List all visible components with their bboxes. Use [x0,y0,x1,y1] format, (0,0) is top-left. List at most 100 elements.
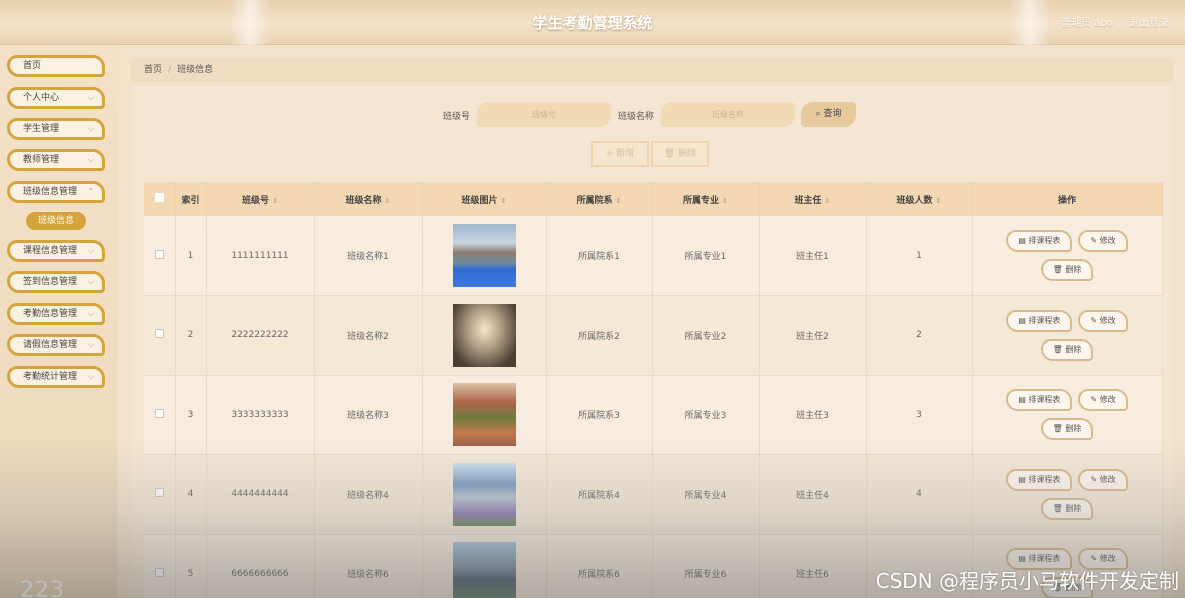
edit-icon: ✎ [1090,236,1100,245]
header-actions: 操作 [972,182,1163,216]
row-checkbox[interactable] [154,488,164,498]
header-count[interactable]: 班级人数 ⇕ [866,182,973,216]
schedule-label: 排课程表 [1028,395,1061,405]
query-button[interactable]: ⌕ 查询 [801,102,856,127]
sidebar-item-statistics[interactable]: 考勤统计管理 ⌵ [7,366,105,388]
sidebar-item-classes[interactable]: 班级信息管理 ⌃ [7,181,105,203]
edit-button[interactable]: ✎ 修改 [1078,230,1128,252]
header-major[interactable]: 所属专业 ⇕ [652,182,760,216]
sidebar-item-leave[interactable]: 请假信息管理 ⌵ [7,334,105,356]
cell-count: 4 [866,454,973,535]
sidebar-item-profile[interactable]: 个人中心 ⌵ [7,87,105,109]
cell-department: 所属院系2 [546,295,653,376]
cell-class-no: 3333333333 [206,375,315,455]
class-image[interactable] [452,383,516,447]
row-checkbox[interactable] [154,408,164,418]
sidebar-item-label: 考勤信息管理 [23,309,78,319]
breadcrumb-home[interactable]: 首页 [144,65,162,75]
cell-major: 所属专业1 [652,216,760,296]
cell-department: 所属院系1 [546,216,653,296]
edit-button[interactable]: ✎ 修改 [1078,468,1128,491]
cell-class-name: 班级名称2 [314,295,423,376]
sidebar-item-attendance[interactable]: 考勤信息管理 ⌵ [7,303,105,325]
table-row: 2 2222222222 班级名称2 所属院系2 所属专业2 班主任2 2 ▤ … [144,295,1163,376]
sidebar-item-students[interactable]: 学生管理 ⌵ [7,118,105,140]
class-image[interactable] [452,542,516,598]
cell-class-no: 4444444444 [206,454,315,535]
cell-teacher: 班主任6 [759,534,867,598]
cell-index: 1 [175,216,207,296]
sidebar-item-label: 教师管理 [23,155,60,165]
cell-major: 所属专业2 [652,295,760,376]
add-button[interactable]: + 新增 [591,141,649,167]
sidebar-subitem-class-info[interactable]: 班级信息 [26,212,86,230]
sidebar-item-home[interactable]: 首页 [7,55,105,77]
class-name-input[interactable] [661,102,795,127]
chevron-down-icon: ⌵ [87,246,94,255]
header-label: 班级人数 [896,195,933,206]
table-row: 4 4444444444 班级名称4 所属院系4 所属专业4 班主任4 4 ▤ … [144,454,1163,535]
header-label: 班级名称 [345,195,382,206]
cell-teacher: 班主任3 [759,375,867,455]
edit-button[interactable]: ✎ 修改 [1078,309,1128,332]
delete-button[interactable]: 🗑 删除 [1040,497,1094,520]
delete-label: 删除 [1065,424,1082,434]
table-header-row: 索引 班级号 ⇕ 班级名称 ⇕ 班级图片 ⇕ 所属院系 ⇕ 所属专业 ⇕ 班主任 ⇕ 班级人… [144,182,1163,216]
sidebar-item-teachers[interactable]: 教师管理 ⌵ [7,149,105,171]
class-no-input[interactable] [477,102,611,127]
schedule-button[interactable]: ▤ 排课程表 [1006,389,1073,412]
class-image[interactable] [452,224,516,287]
calendar-icon: ▤ [1018,395,1029,405]
plus-icon: + [605,149,617,159]
batch-delete-button[interactable]: 🗑 删除 [651,141,709,167]
edit-label: 修改 [1099,395,1116,405]
schedule-label: 排课程表 [1028,474,1061,484]
sidebar-item-label: 考勤统计管理 [23,372,78,382]
cell-count: 2 [866,295,973,376]
class-no-label: 班级号 [443,112,471,122]
sidebar-item-label: 请假信息管理 [23,340,78,350]
delete-label: 删除 [1065,265,1082,274]
edit-icon: ✎ [1090,554,1100,564]
delete-button[interactable]: 🗑 删除 [1040,418,1094,441]
row-checkbox[interactable] [154,329,164,339]
edit-icon: ✎ [1090,315,1100,325]
header-teacher[interactable]: 班主任 ⇕ [759,182,867,216]
row-checkbox[interactable] [154,567,164,577]
add-label: 新增 [616,149,635,159]
edit-label: 修改 [1099,315,1116,325]
sidebar-item-label: 班级信息管理 [23,187,78,197]
schedule-button[interactable]: ▤ 排课程表 [1006,309,1073,332]
schedule-button[interactable]: ▤ 排课程表 [1006,230,1073,252]
sidebar: 首页 个人中心 ⌵ 学生管理 ⌵ 教师管理 ⌵ 班级信息管理 ⌃ 班级信息 课程信息管理… [0,45,118,598]
header-class-name[interactable]: 班级名称 ⇕ [314,182,423,216]
sidebar-item-checkin[interactable]: 签到信息管理 ⌵ [7,271,105,293]
header-label: 班级号 [242,195,270,206]
sidebar-item-label: 签到信息管理 [23,277,78,287]
class-image[interactable] [452,303,516,367]
header-department[interactable]: 所属院系 ⇕ [546,182,653,216]
trash-icon: 🗑 [663,149,679,159]
edit-button[interactable]: ✎ 修改 [1078,389,1128,412]
header-index: 索引 [175,182,207,216]
delete-button[interactable]: 🗑 删除 [1040,338,1094,361]
cell-teacher: 班主任2 [759,295,867,376]
trash-icon: 🗑 [1052,503,1066,513]
calendar-icon: ▤ [1018,554,1029,564]
sidebar-item-label: 个人中心 [23,93,60,103]
header-class-no[interactable]: 班级号 ⇕ [206,182,315,216]
sidebar-item-courses[interactable]: 课程信息管理 ⌵ [7,240,105,262]
schedule-button[interactable]: ▤ 排课程表 [1006,468,1073,491]
logout-link[interactable]: 退出登录 [1129,14,1169,29]
table-row: 1 1111111111 班级名称1 所属院系1 所属专业1 班主任1 1 ▤ … [144,216,1163,296]
class-image[interactable] [452,462,516,526]
breadcrumb-current: 班级信息 [177,65,214,75]
sidebar-item-label: 学生管理 [23,124,60,134]
row-checkbox[interactable] [154,249,164,259]
sort-icon: ⇕ [272,196,278,205]
chevron-down-icon: ⌵ [87,309,94,318]
delete-button[interactable]: 🗑 删除 [1040,259,1094,281]
header-class-image[interactable]: 班级图片 ⇕ [422,182,547,216]
delete-label: 删除 [1065,503,1082,513]
select-all-checkbox[interactable] [154,193,164,202]
